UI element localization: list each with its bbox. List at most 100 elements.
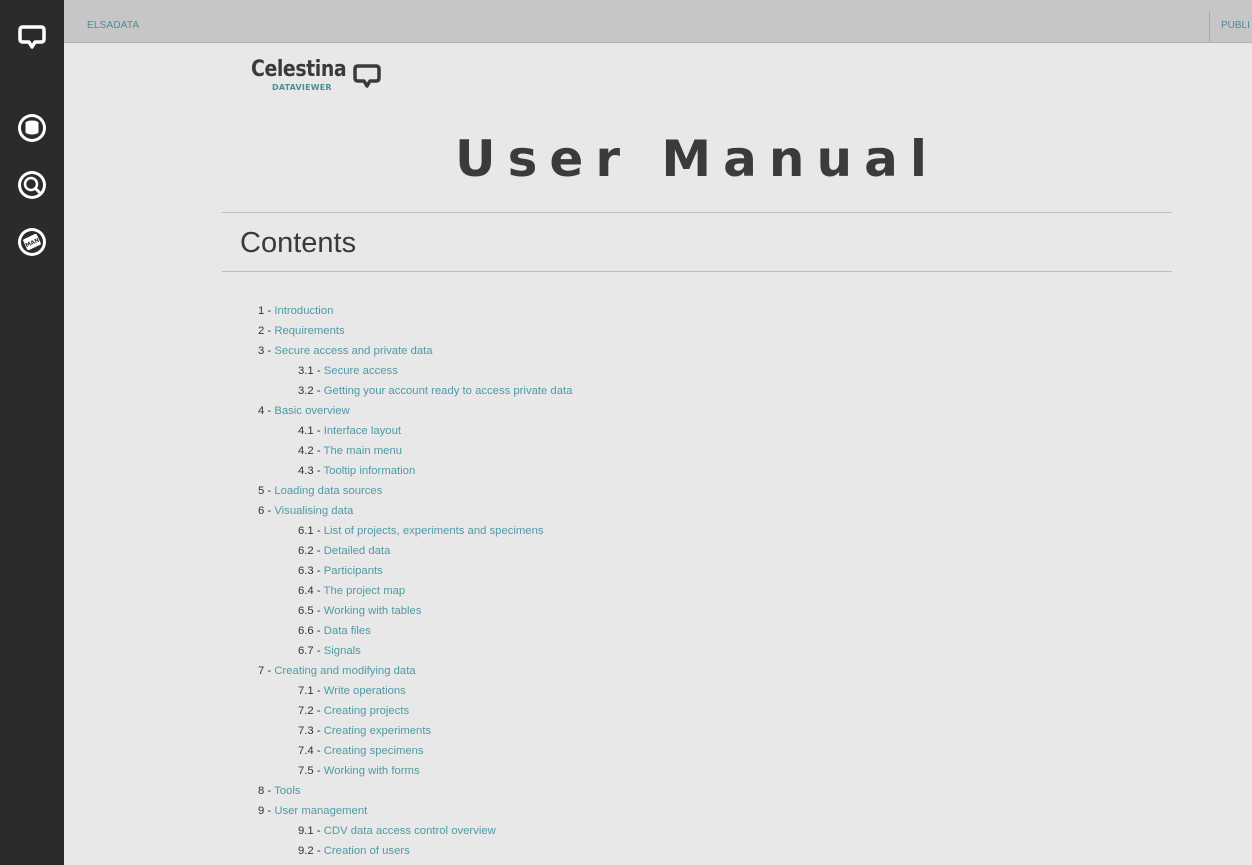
toc-item: 6.7 - Signals	[258, 641, 572, 661]
toc-item: 7.3 - Creating experiments	[258, 721, 572, 741]
toc-link[interactable]: Requirements	[274, 325, 344, 337]
logo-bubble-icon[interactable]	[14, 19, 50, 55]
toc-item: 6.2 - Detailed data	[258, 541, 572, 561]
toc-link[interactable]: Working with forms	[324, 765, 420, 777]
toc-item: 3.2 - Getting your account ready to acce…	[258, 381, 572, 401]
toc-item: 3.1 - Secure access	[258, 361, 572, 381]
table-of-contents: 1 - Introduction 2 - Requirements 3 - Secu…	[258, 301, 572, 861]
toc-item-number: 7.2 -	[298, 705, 324, 717]
toc-item-number: 9 -	[258, 805, 275, 817]
contents-divider	[222, 271, 1172, 272]
toc-item: 6.4 - The project map	[258, 581, 572, 601]
toc-link[interactable]: Detailed data	[324, 545, 391, 557]
toc-link[interactable]: The main menu	[324, 445, 403, 457]
toc-item: 1 - Introduction	[258, 301, 572, 321]
toc-link[interactable]: Getting your account ready to access pri…	[324, 385, 573, 397]
access-mode-label[interactable]: PUBLI	[1221, 20, 1250, 31]
toc-item: 6.1 - List of projects, experiments and …	[258, 521, 572, 541]
toc-item-number: 6.5 -	[298, 605, 324, 617]
toc-item-number: 1 -	[258, 305, 275, 317]
toc-link[interactable]: Data files	[324, 625, 371, 637]
toc-item-number: 7.4 -	[298, 745, 324, 757]
toc-item-number: 6.6 -	[298, 625, 324, 637]
toc-item-number: 6.4 -	[298, 585, 324, 597]
toc-link[interactable]: Secure access and private data	[274, 345, 432, 357]
toc-item-number: 3 -	[258, 345, 275, 357]
toc-item-number: 4.1 -	[298, 425, 324, 437]
toc-item-number: 3.1 -	[298, 365, 324, 377]
toc-item: 6 - Visualising data	[258, 501, 572, 521]
toc-item: 9 - User management	[258, 801, 572, 821]
toc-item-number: 4.2 -	[298, 445, 324, 457]
toc-item: 5 - Loading data sources	[258, 481, 572, 501]
toc-item: 6.5 - Working with tables	[258, 601, 572, 621]
toc-link[interactable]: CDV data access control overview	[324, 825, 496, 837]
logo-subtitle: DATAVIEWER	[272, 83, 332, 92]
manual-icon[interactable]: MAN	[14, 224, 50, 260]
toc-link[interactable]: Creating projects	[324, 705, 409, 717]
toc-item: 9.1 - CDV data access control overview	[258, 821, 572, 841]
toc-link[interactable]: Signals	[324, 645, 361, 657]
toc-item-number: 6.1 -	[298, 525, 324, 537]
toc-item: 8 - Tools	[258, 781, 572, 801]
toc-link[interactable]: Write operations	[324, 685, 406, 697]
toc-item: 7 - Creating and modifying data	[258, 661, 572, 681]
toc-link[interactable]: Visualising data	[274, 505, 353, 517]
toc-link[interactable]: Participants	[324, 565, 383, 577]
toc-item: 2 - Requirements	[258, 321, 572, 341]
page-title: User Manual	[455, 130, 939, 188]
toc-item: 9.2 - Creation of users	[258, 841, 572, 861]
top-bar: ELSADATA PUBLI	[64, 0, 1252, 43]
toc-link[interactable]: Interface layout	[324, 425, 401, 437]
toc-link[interactable]: Basic overview	[274, 405, 349, 417]
toc-item-number: 3.2 -	[298, 385, 324, 397]
toc-item: 7.1 - Write operations	[258, 681, 572, 701]
toc-item: 4 - Basic overview	[258, 401, 572, 421]
toc-item-number: 6.7 -	[298, 645, 324, 657]
search-icon[interactable]	[14, 167, 50, 203]
toc-link[interactable]: Creation of users	[324, 845, 410, 857]
toc-link[interactable]: Working with tables	[324, 605, 422, 617]
toc-item-number: 7 -	[258, 665, 275, 677]
toc-link[interactable]: Creating and modifying data	[274, 665, 415, 677]
toc-link[interactable]: User management	[274, 805, 367, 817]
toc-link[interactable]: The project map	[324, 585, 406, 597]
toc-item-number: 6.2 -	[298, 545, 324, 557]
toc-item: 4.1 - Interface layout	[258, 421, 572, 441]
toc-link[interactable]: Creating specimens	[324, 745, 424, 757]
toc-link[interactable]: Tooltip information	[324, 465, 416, 477]
toc-item-number: 4 -	[258, 405, 275, 417]
toc-item-number: 9.2 -	[298, 845, 324, 857]
toc-item: 7.5 - Working with forms	[258, 761, 572, 781]
database-icon[interactable]	[14, 110, 50, 146]
toc-link[interactable]: Introduction	[274, 305, 333, 317]
topbar-divider	[1209, 12, 1210, 42]
database-name-label[interactable]: ELSADATA	[87, 20, 139, 31]
toc-item: 6.3 - Participants	[258, 561, 572, 581]
logo-name: Celestina	[251, 57, 347, 82]
toc-item: 7.2 - Creating projects	[258, 701, 572, 721]
toc-link[interactable]: List of projects, experiments and specim…	[324, 525, 544, 537]
toc-item-number: 7.3 -	[298, 725, 324, 737]
toc-item-number: 6.3 -	[298, 565, 324, 577]
title-divider	[222, 212, 1172, 213]
toc-link[interactable]: Tools	[274, 785, 300, 797]
toc-item-number: 8 -	[258, 785, 275, 797]
toc-item-number: 9.1 -	[298, 825, 324, 837]
toc-item-number: 5 -	[258, 485, 275, 497]
toc-item-number: 4.3 -	[298, 465, 324, 477]
toc-link[interactable]: Secure access	[324, 365, 398, 377]
toc-item: 3 - Secure access and private data	[258, 341, 572, 361]
toc-item-number: 7.5 -	[298, 765, 324, 777]
toc-item-number: 2 -	[258, 325, 275, 337]
toc-item: 6.6 - Data files	[258, 621, 572, 641]
contents-heading: Contents	[240, 227, 357, 259]
celestina-logo: Celestina DATAVIEWER	[251, 57, 411, 97]
sidebar: MAN	[0, 0, 64, 865]
toc-item: 4.2 - The main menu	[258, 441, 572, 461]
toc-item-number: 6 -	[258, 505, 275, 517]
toc-link[interactable]: Loading data sources	[274, 485, 382, 497]
toc-item: 7.4 - Creating specimens	[258, 741, 572, 761]
logo-bubble-icon	[352, 62, 382, 95]
toc-link[interactable]: Creating experiments	[324, 725, 431, 737]
